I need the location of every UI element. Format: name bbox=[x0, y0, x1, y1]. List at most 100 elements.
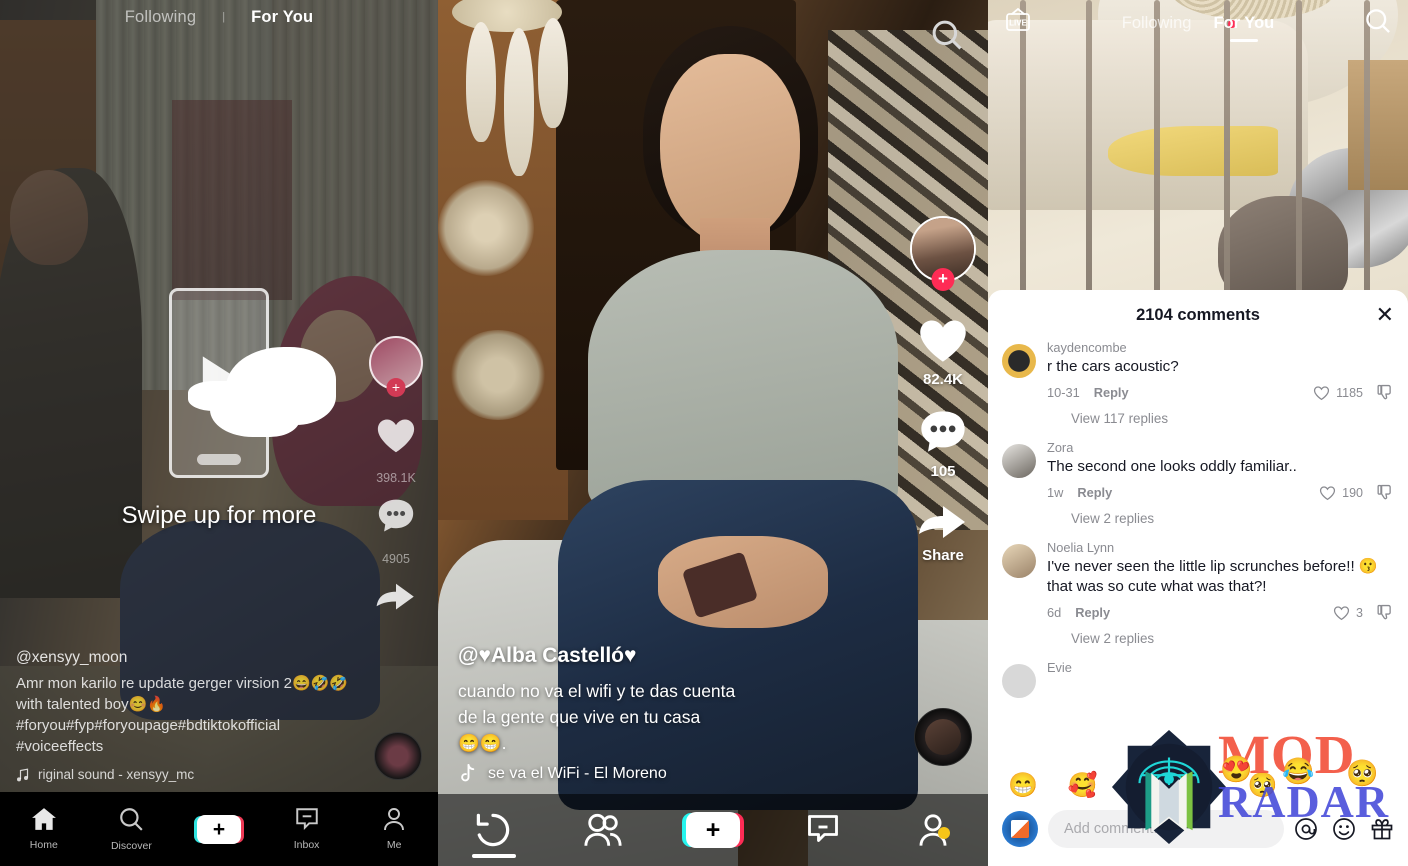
at-mention-icon[interactable] bbox=[1294, 817, 1318, 841]
left-top-tabs: Following | For You bbox=[0, 0, 438, 34]
home-indicator bbox=[472, 854, 516, 858]
nav-inbox[interactable]: Inbox bbox=[263, 807, 351, 851]
like-button[interactable] bbox=[908, 316, 978, 369]
thumbs-down-icon[interactable] bbox=[1377, 384, 1394, 401]
music-title: se va el WiFi - El Moreno bbox=[488, 765, 667, 782]
add-comment-input[interactable]: Add comment... bbox=[1048, 810, 1284, 848]
comment-meta: 1w Reply 190 bbox=[1047, 484, 1394, 501]
notification-dot bbox=[938, 827, 950, 839]
follow-plus-icon[interactable]: + bbox=[931, 268, 955, 291]
comment-icon bbox=[921, 411, 965, 452]
comment-username[interactable]: Zora bbox=[1047, 440, 1394, 455]
music-disc-image bbox=[925, 719, 961, 755]
close-icon[interactable]: ✕ bbox=[1376, 304, 1394, 326]
comment-meta: 10-31 Reply 1185 bbox=[1047, 384, 1394, 401]
nav-discover[interactable]: Discover bbox=[88, 806, 176, 852]
comment-avatar[interactable] bbox=[1002, 444, 1036, 478]
comment-avatar[interactable] bbox=[1002, 664, 1036, 698]
comment-meta: 6d Reply 3 bbox=[1047, 604, 1394, 621]
friends-icon bbox=[584, 813, 622, 846]
current-user-avatar[interactable] bbox=[1002, 811, 1038, 847]
tab-for-you[interactable]: For You bbox=[1213, 14, 1274, 33]
comment-item: Noelia Lynn I've never seen the little l… bbox=[1002, 540, 1394, 646]
nav-me[interactable]: Me bbox=[350, 807, 438, 851]
live-tv-icon: LIVE bbox=[1006, 7, 1030, 31]
author-avatar[interactable]: + bbox=[910, 216, 976, 291]
comment-avatar[interactable] bbox=[1002, 344, 1036, 378]
phone-home-bar bbox=[197, 454, 241, 465]
comment-like-button[interactable]: 3 bbox=[1333, 605, 1363, 621]
thumbs-down-icon[interactable] bbox=[1377, 484, 1394, 501]
feather-3 bbox=[538, 18, 568, 128]
music-disc[interactable] bbox=[914, 708, 972, 766]
emoji-1[interactable]: 🥰 bbox=[1068, 771, 1098, 800]
share-button[interactable] bbox=[364, 578, 428, 617]
comment-text: The second one looks oddly familiar.. bbox=[1047, 458, 1297, 475]
video-bg-cheese bbox=[1108, 126, 1278, 176]
heart-icon bbox=[920, 320, 966, 362]
nav-home[interactable]: Home bbox=[0, 807, 88, 851]
svg-text:LIVE: LIVE bbox=[1009, 18, 1027, 27]
comment-count: 4905 bbox=[382, 552, 410, 566]
nav-friends[interactable] bbox=[548, 812, 658, 848]
comment-text: I've never seen the little lip scrunches… bbox=[1047, 558, 1378, 595]
comment-avatar[interactable] bbox=[1002, 544, 1036, 578]
tiktok-note-icon bbox=[461, 764, 475, 782]
comment-username[interactable]: kaydencombe bbox=[1047, 340, 1394, 355]
emoji-0[interactable]: 😁 bbox=[1008, 771, 1038, 800]
tab-for-you[interactable]: For You bbox=[251, 8, 313, 27]
thumbs-down-icon[interactable] bbox=[1377, 604, 1394, 621]
nav-add[interactable]: + bbox=[175, 814, 263, 844]
comment-like-button[interactable]: 1185 bbox=[1313, 385, 1363, 401]
add-icon[interactable]: + bbox=[686, 812, 740, 848]
comment-reply-button[interactable]: Reply bbox=[1077, 485, 1112, 500]
emoji-smiley-icon[interactable] bbox=[1332, 817, 1356, 841]
search-icon bbox=[1366, 8, 1390, 33]
add-icon[interactable]: + bbox=[196, 814, 241, 844]
music-row[interactable]: riginal sound - xensyy_mc bbox=[16, 767, 352, 782]
gift-icon[interactable] bbox=[1370, 817, 1394, 841]
comment-reply-button[interactable]: Reply bbox=[1094, 385, 1129, 400]
refresh-back-icon bbox=[476, 813, 510, 847]
comment-item: kaydencombe r the cars acoustic? 10-31 R… bbox=[1002, 340, 1394, 426]
comment-reply-button[interactable]: Reply bbox=[1075, 605, 1110, 620]
music-row[interactable]: se va el WiFi - El Moreno bbox=[458, 764, 878, 784]
feather-1 bbox=[466, 22, 496, 142]
comment-username[interactable]: Evie bbox=[1047, 660, 1394, 675]
view-replies-link[interactable]: View 117 replies bbox=[1071, 411, 1394, 426]
music-disc[interactable] bbox=[374, 732, 422, 780]
comment-button[interactable] bbox=[908, 408, 978, 461]
tab-following[interactable]: Following bbox=[125, 8, 197, 27]
nav-home-label: Home bbox=[29, 839, 58, 851]
like-count: 82.4K bbox=[922, 371, 964, 388]
right-top-bar: LIVE Following For You bbox=[988, 0, 1408, 46]
nav-me[interactable] bbox=[878, 813, 988, 847]
tab-separator: | bbox=[222, 11, 226, 23]
view-replies-link[interactable]: View 2 replies bbox=[1071, 511, 1394, 526]
search-button[interactable] bbox=[1364, 7, 1392, 40]
video-bg-hideout bbox=[988, 20, 1308, 210]
emoji-2[interactable]: 😍 bbox=[1128, 771, 1158, 800]
live-button[interactable]: LIVE bbox=[1004, 7, 1032, 39]
comment-like-button[interactable]: 190 bbox=[1319, 485, 1363, 501]
nav-me-label: Me bbox=[386, 839, 402, 851]
comment-like-count: 190 bbox=[1342, 485, 1363, 500]
nav-rewind[interactable] bbox=[438, 811, 548, 849]
view-replies-link[interactable]: View 2 replies bbox=[1071, 631, 1394, 646]
emoji-3[interactable]: 😂 bbox=[1188, 771, 1218, 800]
nav-add[interactable]: + bbox=[658, 812, 768, 848]
tiktok-comments-panel-right: LIVE Following For You 2104 comments ✕ k… bbox=[988, 0, 1408, 866]
tab-following[interactable]: Following bbox=[1122, 14, 1192, 33]
heart-outline-icon bbox=[1333, 605, 1350, 620]
input-action-icons bbox=[1294, 817, 1394, 841]
share-button[interactable] bbox=[908, 500, 978, 545]
author-username[interactable]: @xensyy_moon bbox=[16, 649, 352, 667]
comments-count-title: 2104 comments bbox=[1136, 305, 1260, 324]
comments-sheet: 2104 comments ✕ kaydencombe r the cars a… bbox=[988, 290, 1408, 866]
author-username[interactable]: @♥Alba Castelló♥ bbox=[458, 644, 878, 668]
search-button[interactable] bbox=[930, 18, 964, 57]
nav-inbox[interactable] bbox=[768, 813, 878, 847]
comments-list[interactable]: kaydencombe r the cars acoustic? 10-31 R… bbox=[988, 340, 1408, 765]
emoji-4[interactable]: 🥺 bbox=[1248, 771, 1278, 800]
comment-username[interactable]: Noelia Lynn bbox=[1047, 540, 1394, 555]
